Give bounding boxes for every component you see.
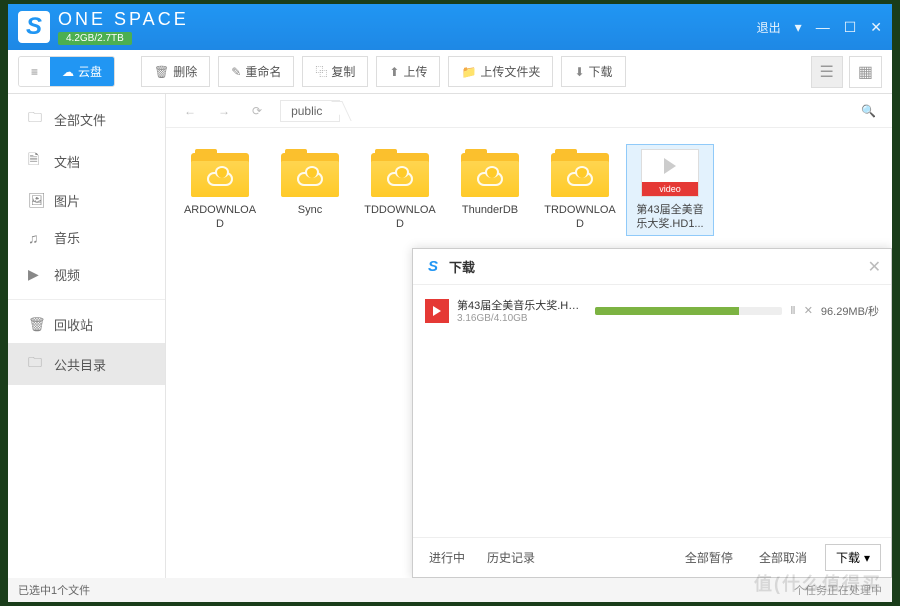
delete-button[interactable]: 🗑删除 xyxy=(141,56,210,87)
file-label: TDDOWNLOAD xyxy=(361,203,439,231)
popup-logo-icon: S xyxy=(423,257,443,277)
popup-body: 第43届全美音乐大奖.HD12... 3.16GB/4.10GB Ⅱ ✕ 96.… xyxy=(413,285,891,537)
dropdown-icon[interactable]: ▾ xyxy=(795,19,802,36)
folder-item[interactable]: TRDOWNLOAD xyxy=(536,144,624,236)
app-title: ONE SPACE xyxy=(58,9,189,30)
pause-button[interactable]: Ⅱ xyxy=(790,304,795,317)
refresh-button[interactable]: ⟳ xyxy=(244,100,270,122)
search-button[interactable]: 🔍 xyxy=(855,104,882,118)
video-thumb-icon: video xyxy=(641,149,699,197)
app-logo: S ONE SPACE 4.2GB/2.7TB xyxy=(18,9,189,45)
download-icon: ⬇ xyxy=(574,65,584,79)
folder-icon xyxy=(371,149,429,197)
back-button[interactable]: ← xyxy=(176,100,204,122)
list-view-button[interactable]: ☰ xyxy=(811,56,843,88)
forward-button[interactable]: → xyxy=(210,100,238,122)
cancel-all-button[interactable]: 全部取消 xyxy=(751,545,815,570)
upload-folder-button[interactable]: 📁上传文件夹 xyxy=(448,56,553,87)
edit-icon: ✎ xyxy=(231,65,241,79)
image-icon: 🖼 xyxy=(28,192,44,209)
upload-icon: ⬆ xyxy=(389,65,399,79)
logo-icon: S xyxy=(18,11,50,43)
main-area: ← → ⟳ public 🔍 ARDOWNLOAD Sync TDDOWNLOA… xyxy=(166,94,892,578)
file-label: TRDOWNLOAD xyxy=(541,203,619,231)
folder-icon xyxy=(191,149,249,197)
sidebar-item-music[interactable]: ♫音乐 xyxy=(8,219,165,256)
file-label: ARDOWNLOAD xyxy=(181,203,259,231)
doc-icon: 🗎 xyxy=(28,149,44,173)
tab-in-progress[interactable]: 进行中 xyxy=(423,545,471,570)
download-name: 第43届全美音乐大奖.HD12... xyxy=(457,297,587,313)
chevron-down-icon: ▾ xyxy=(864,551,870,565)
video-file-icon xyxy=(425,299,449,323)
download-popup: S 下载 ✕ 第43届全美音乐大奖.HD12... 3.16GB/4.10GB … xyxy=(412,248,892,578)
file-label: ThunderDB xyxy=(462,203,518,217)
tab-history[interactable]: 历史记录 xyxy=(481,545,541,570)
folder-item[interactable]: TDDOWNLOAD xyxy=(356,144,444,236)
download-button[interactable]: ⬇下载 xyxy=(561,56,625,87)
maximize-button[interactable]: ☐ xyxy=(844,19,857,36)
download-size: 3.16GB/4.10GB xyxy=(457,313,587,324)
tab-toggle: ≡ ☁云盘 xyxy=(18,56,115,87)
rename-button[interactable]: ✎重命名 xyxy=(218,56,294,87)
video-icon: ▶ xyxy=(28,266,44,283)
breadcrumb-path[interactable]: public xyxy=(280,100,340,122)
progress-bar xyxy=(595,307,782,315)
trash-icon: 🗑 xyxy=(154,65,169,79)
sidebar-item-docs[interactable]: 🗎文档 xyxy=(8,140,165,182)
upload-button[interactable]: ⬆上传 xyxy=(376,56,440,87)
breadcrumb: ← → ⟳ public 🔍 xyxy=(166,94,892,128)
popup-header: S 下载 ✕ xyxy=(413,249,891,285)
folder-icon xyxy=(551,149,609,197)
file-label: Sync xyxy=(298,203,322,217)
sidebar-item-video[interactable]: ▶视频 xyxy=(8,256,165,293)
folder-item[interactable]: ThunderDB xyxy=(446,144,534,236)
statusbar: 已选中1个文件 个任务正在处理中 xyxy=(8,578,892,602)
folder-icon xyxy=(281,149,339,197)
storage-badge: 4.2GB/2.7TB xyxy=(58,32,132,45)
file-label: 第43届全美音乐大奖.HD1... xyxy=(631,203,709,231)
pause-all-button[interactable]: 全部暂停 xyxy=(677,545,741,570)
folder-icon xyxy=(461,149,519,197)
folder-item[interactable]: ARDOWNLOAD xyxy=(176,144,264,236)
folder-up-icon: 📁 xyxy=(461,65,476,79)
cancel-button[interactable]: ✕ xyxy=(804,304,813,317)
toolbar: ≡ ☁云盘 🗑删除 ✎重命名 ⿻复制 ⬆上传 📁上传文件夹 ⬇下载 ☰ ▦ xyxy=(8,50,892,94)
music-icon: ♫ xyxy=(28,230,44,246)
popup-title: 下载 xyxy=(449,257,475,276)
exit-button[interactable]: 退出 xyxy=(757,19,781,36)
download-speed: 96.29MB/秒 xyxy=(821,303,879,319)
download-item[interactable]: 第43届全美音乐大奖.HD12... 3.16GB/4.10GB Ⅱ ✕ 96.… xyxy=(421,293,883,328)
sidebar-item-images[interactable]: 🖼图片 xyxy=(8,182,165,219)
copy-icon: ⿻ xyxy=(315,63,327,80)
app-window: S ONE SPACE 4.2GB/2.7TB 退出 ▾ — ☐ ✕ ≡ ☁云盘… xyxy=(8,4,892,602)
grid-view-button[interactable]: ▦ xyxy=(849,56,882,88)
content: 🗀全部文件 🗎文档 🖼图片 ♫音乐 ▶视频 🗑回收站 🗀公共目录 ← → ⟳ p… xyxy=(8,94,892,578)
popup-close-button[interactable]: ✕ xyxy=(868,257,881,277)
tab-cloud[interactable]: ☁云盘 xyxy=(50,57,114,86)
close-button[interactable]: ✕ xyxy=(870,19,882,36)
video-file-item[interactable]: video 第43届全美音乐大奖.HD1... xyxy=(626,144,714,236)
sidebar: 🗀全部文件 🗎文档 🖼图片 ♫音乐 ▶视频 🗑回收站 🗀公共目录 xyxy=(8,94,166,578)
download-menu-button[interactable]: 下载▾ xyxy=(825,544,881,571)
folder-icon: 🗀 xyxy=(28,352,44,376)
popup-footer: 进行中 历史记录 全部暂停 全部取消 下载▾ xyxy=(413,537,891,577)
copy-button[interactable]: ⿻复制 xyxy=(302,56,368,87)
folder-icon: 🗀 xyxy=(28,107,44,131)
cloud-icon: ☁ xyxy=(62,65,74,79)
minimize-button[interactable]: — xyxy=(816,19,830,35)
folder-item[interactable]: Sync xyxy=(266,144,354,236)
sidebar-item-public[interactable]: 🗀公共目录 xyxy=(8,343,165,385)
sidebar-item-all[interactable]: 🗀全部文件 xyxy=(8,98,165,140)
tab-local[interactable]: ≡ xyxy=(19,57,50,86)
status-left: 已选中1个文件 xyxy=(18,582,90,598)
trash-icon: 🗑 xyxy=(28,316,44,333)
titlebar: S ONE SPACE 4.2GB/2.7TB 退出 ▾ — ☐ ✕ xyxy=(8,4,892,50)
status-right: 个任务正在处理中 xyxy=(794,582,882,598)
sidebar-item-trash[interactable]: 🗑回收站 xyxy=(8,306,165,343)
